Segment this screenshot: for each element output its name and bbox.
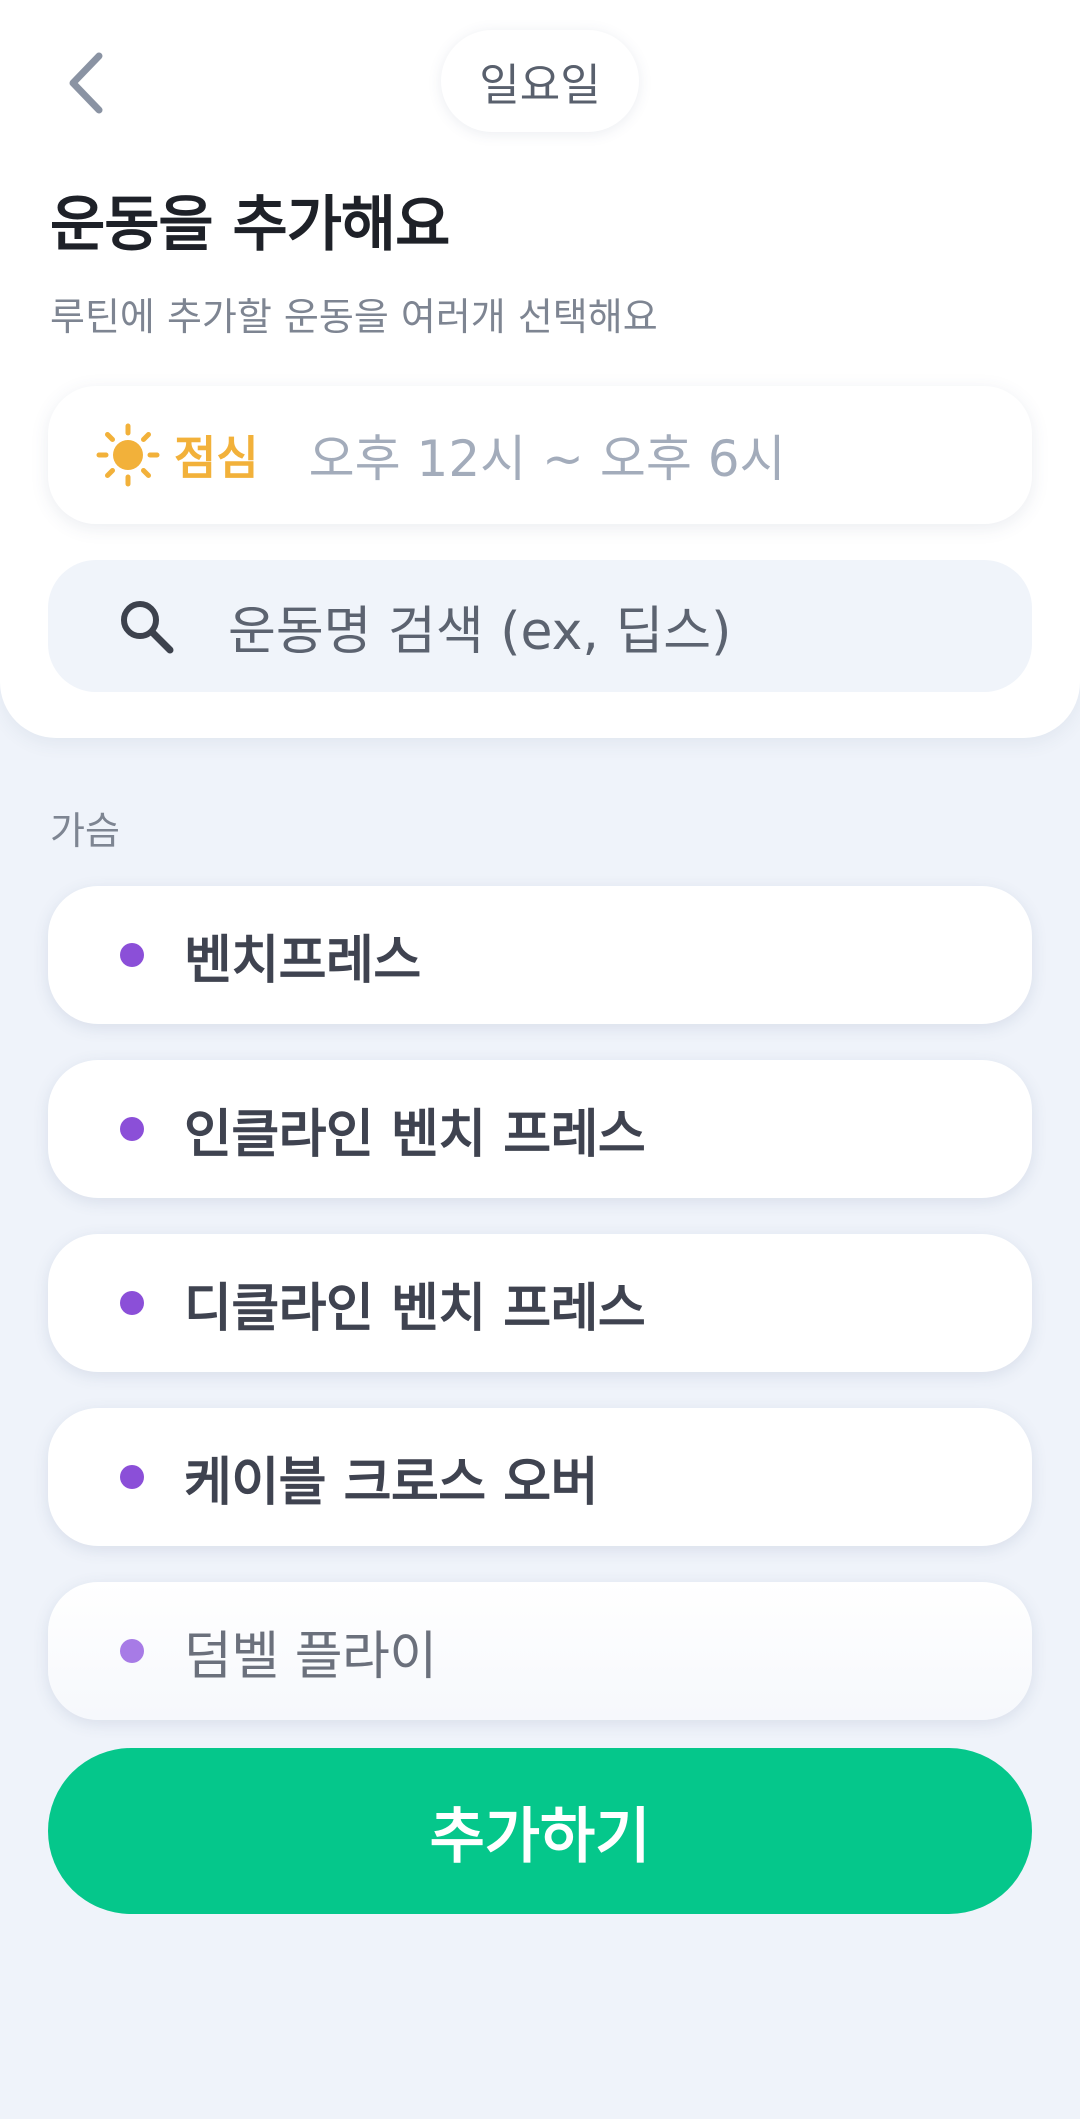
search-input[interactable]: 운동명 검색 (ex, 딥스)	[48, 560, 1032, 692]
exercise-name: 케이블 크로스 오버	[184, 1452, 598, 1513]
time-slot-label: 점심	[174, 431, 259, 485]
exercise-name: 인클라인 벤치 프레스	[184, 1104, 646, 1165]
bullet-dot-icon	[120, 1465, 144, 1489]
search-icon	[114, 594, 178, 658]
exercise-item[interactable]: 케이블 크로스 오버	[48, 1408, 1032, 1546]
bullet-dot-icon	[120, 1639, 144, 1663]
bullet-dot-icon	[120, 1291, 144, 1315]
exercise-item[interactable]: 벤치프레스	[48, 886, 1032, 1024]
exercise-list: 벤치프레스 인클라인 벤치 프레스 디클라인 벤치 프레스 케이블 크로스 오버…	[48, 886, 1032, 1756]
exercise-name: 덤벨 플라이	[184, 1626, 437, 1687]
search-placeholder: 운동명 검색 (ex, 딥스)	[228, 601, 732, 662]
category-label: 가슴	[50, 809, 120, 853]
exercise-item[interactable]: 디클라인 벤치 프레스	[48, 1234, 1032, 1372]
back-button[interactable]	[52, 46, 118, 120]
page-title: 운동을 추가해요	[50, 190, 450, 260]
chevron-left-icon	[69, 52, 103, 114]
exercise-name: 디클라인 벤치 프레스	[184, 1278, 646, 1339]
exercise-name: 벤치프레스	[184, 930, 421, 991]
add-button[interactable]: 추가하기	[48, 1748, 1032, 1914]
bullet-dot-icon	[120, 943, 144, 967]
exercise-item[interactable]: 인클라인 벤치 프레스	[48, 1060, 1032, 1198]
time-slot-card: 점심 오후 12시 ~ 오후 6시	[48, 386, 1032, 524]
header-panel: 일요일 운동을 추가해요 루틴에 추가할 운동을 여러개 선택해요 점심 오후 …	[0, 0, 1080, 738]
exercise-item[interactable]: 덤벨 플라이	[48, 1582, 1032, 1720]
time-slot-range: 오후 12시 ~ 오후 6시	[308, 430, 786, 488]
day-selector[interactable]: 일요일	[441, 30, 639, 132]
sun-icon	[96, 423, 160, 487]
page-subtitle: 루틴에 추가할 운동을 여러개 선택해요	[50, 295, 658, 339]
bullet-dot-icon	[120, 1117, 144, 1141]
